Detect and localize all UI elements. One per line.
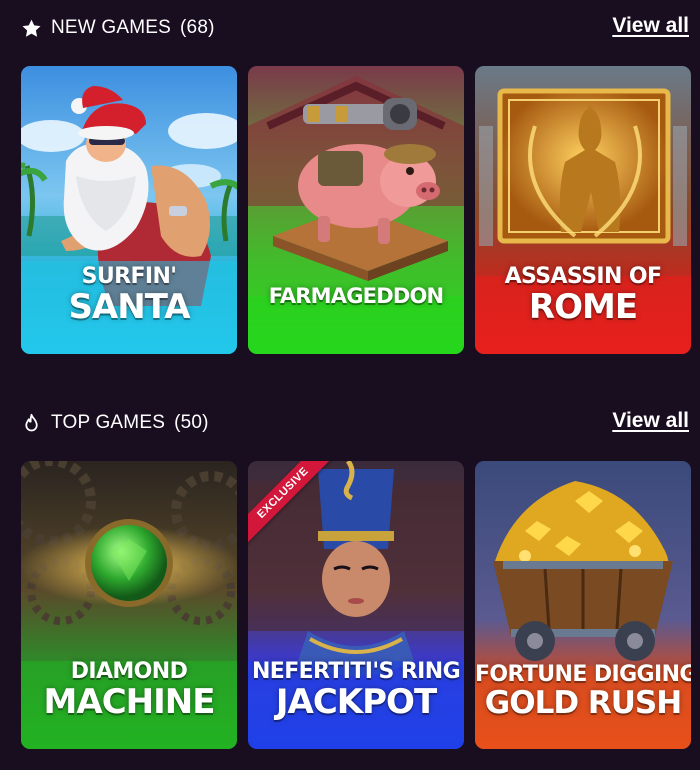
game-card-farmageddon[interactable]: FARMAGEDDON [248, 66, 464, 354]
game-title: DIAMOND MACHINE [21, 659, 237, 722]
view-all-new-games-link[interactable]: View all [612, 14, 689, 38]
farmageddon-artwork [248, 66, 464, 354]
game-title-line1: NEFERTITI'S RING [251, 659, 461, 684]
game-title-line1: DIAMOND [70, 659, 188, 684]
game-card-row: DIAMOND MACHINE EXCLUSIVE NEFERTITI'S RI… [21, 461, 691, 749]
game-card-fortune-digging-gold-rush[interactable]: FORTUNE DIGGING GOLD RUSH [475, 461, 691, 749]
game-title-line1: ASSASSIN OF [504, 264, 662, 289]
game-title-line2: SANTA [68, 287, 190, 327]
section-title: NEW GAMES (68) [20, 16, 215, 40]
game-title-line2: JACKPOT [275, 682, 437, 722]
game-title-line1: FORTUNE DIGGING [475, 662, 691, 687]
section-title: TOP GAMES (50) [20, 411, 209, 435]
section-header: NEW GAMES (68) View all [0, 0, 700, 56]
section-count: (68) [180, 17, 215, 38]
star-icon [20, 17, 42, 39]
section-header: TOP GAMES (50) View all [0, 395, 700, 451]
game-title-line2: GOLD RUSH [484, 685, 682, 721]
game-title: FARMAGEDDON [248, 286, 464, 307]
game-card-surfin-santa[interactable]: SURFIN' SANTA [21, 66, 237, 354]
game-title: SURFIN' SANTA [21, 264, 237, 327]
game-card-diamond-machine[interactable]: DIAMOND MACHINE [21, 461, 237, 749]
section-title-label: NEW GAMES [51, 17, 172, 38]
fire-icon [20, 412, 42, 434]
game-title: FORTUNE DIGGING GOLD RUSH [475, 664, 691, 719]
game-title-line2: MACHINE [43, 682, 216, 722]
game-title: NEFERTITI'S RING JACKPOT [248, 659, 464, 722]
game-card-nefertitis-ring-jackpot[interactable]: EXCLUSIVE NEFERTITI'S RING JACKPOT [248, 461, 464, 749]
game-title-line1: FARMAGEDDON [268, 284, 444, 308]
game-title-line1: SURFIN' [81, 264, 177, 289]
game-title: ASSASSIN OF ROME [475, 264, 691, 327]
section-title-label: TOP GAMES [51, 412, 166, 433]
view-all-top-games-link[interactable]: View all [612, 409, 689, 433]
game-card-assassin-of-rome[interactable]: ASSASSIN OF ROME [475, 66, 691, 354]
section-count: (50) [174, 412, 209, 433]
game-title-line2: ROME [528, 287, 638, 327]
game-card-row: SURFIN' SANTA FARMAGEDDON ASSASSIN OF RO… [21, 66, 691, 354]
